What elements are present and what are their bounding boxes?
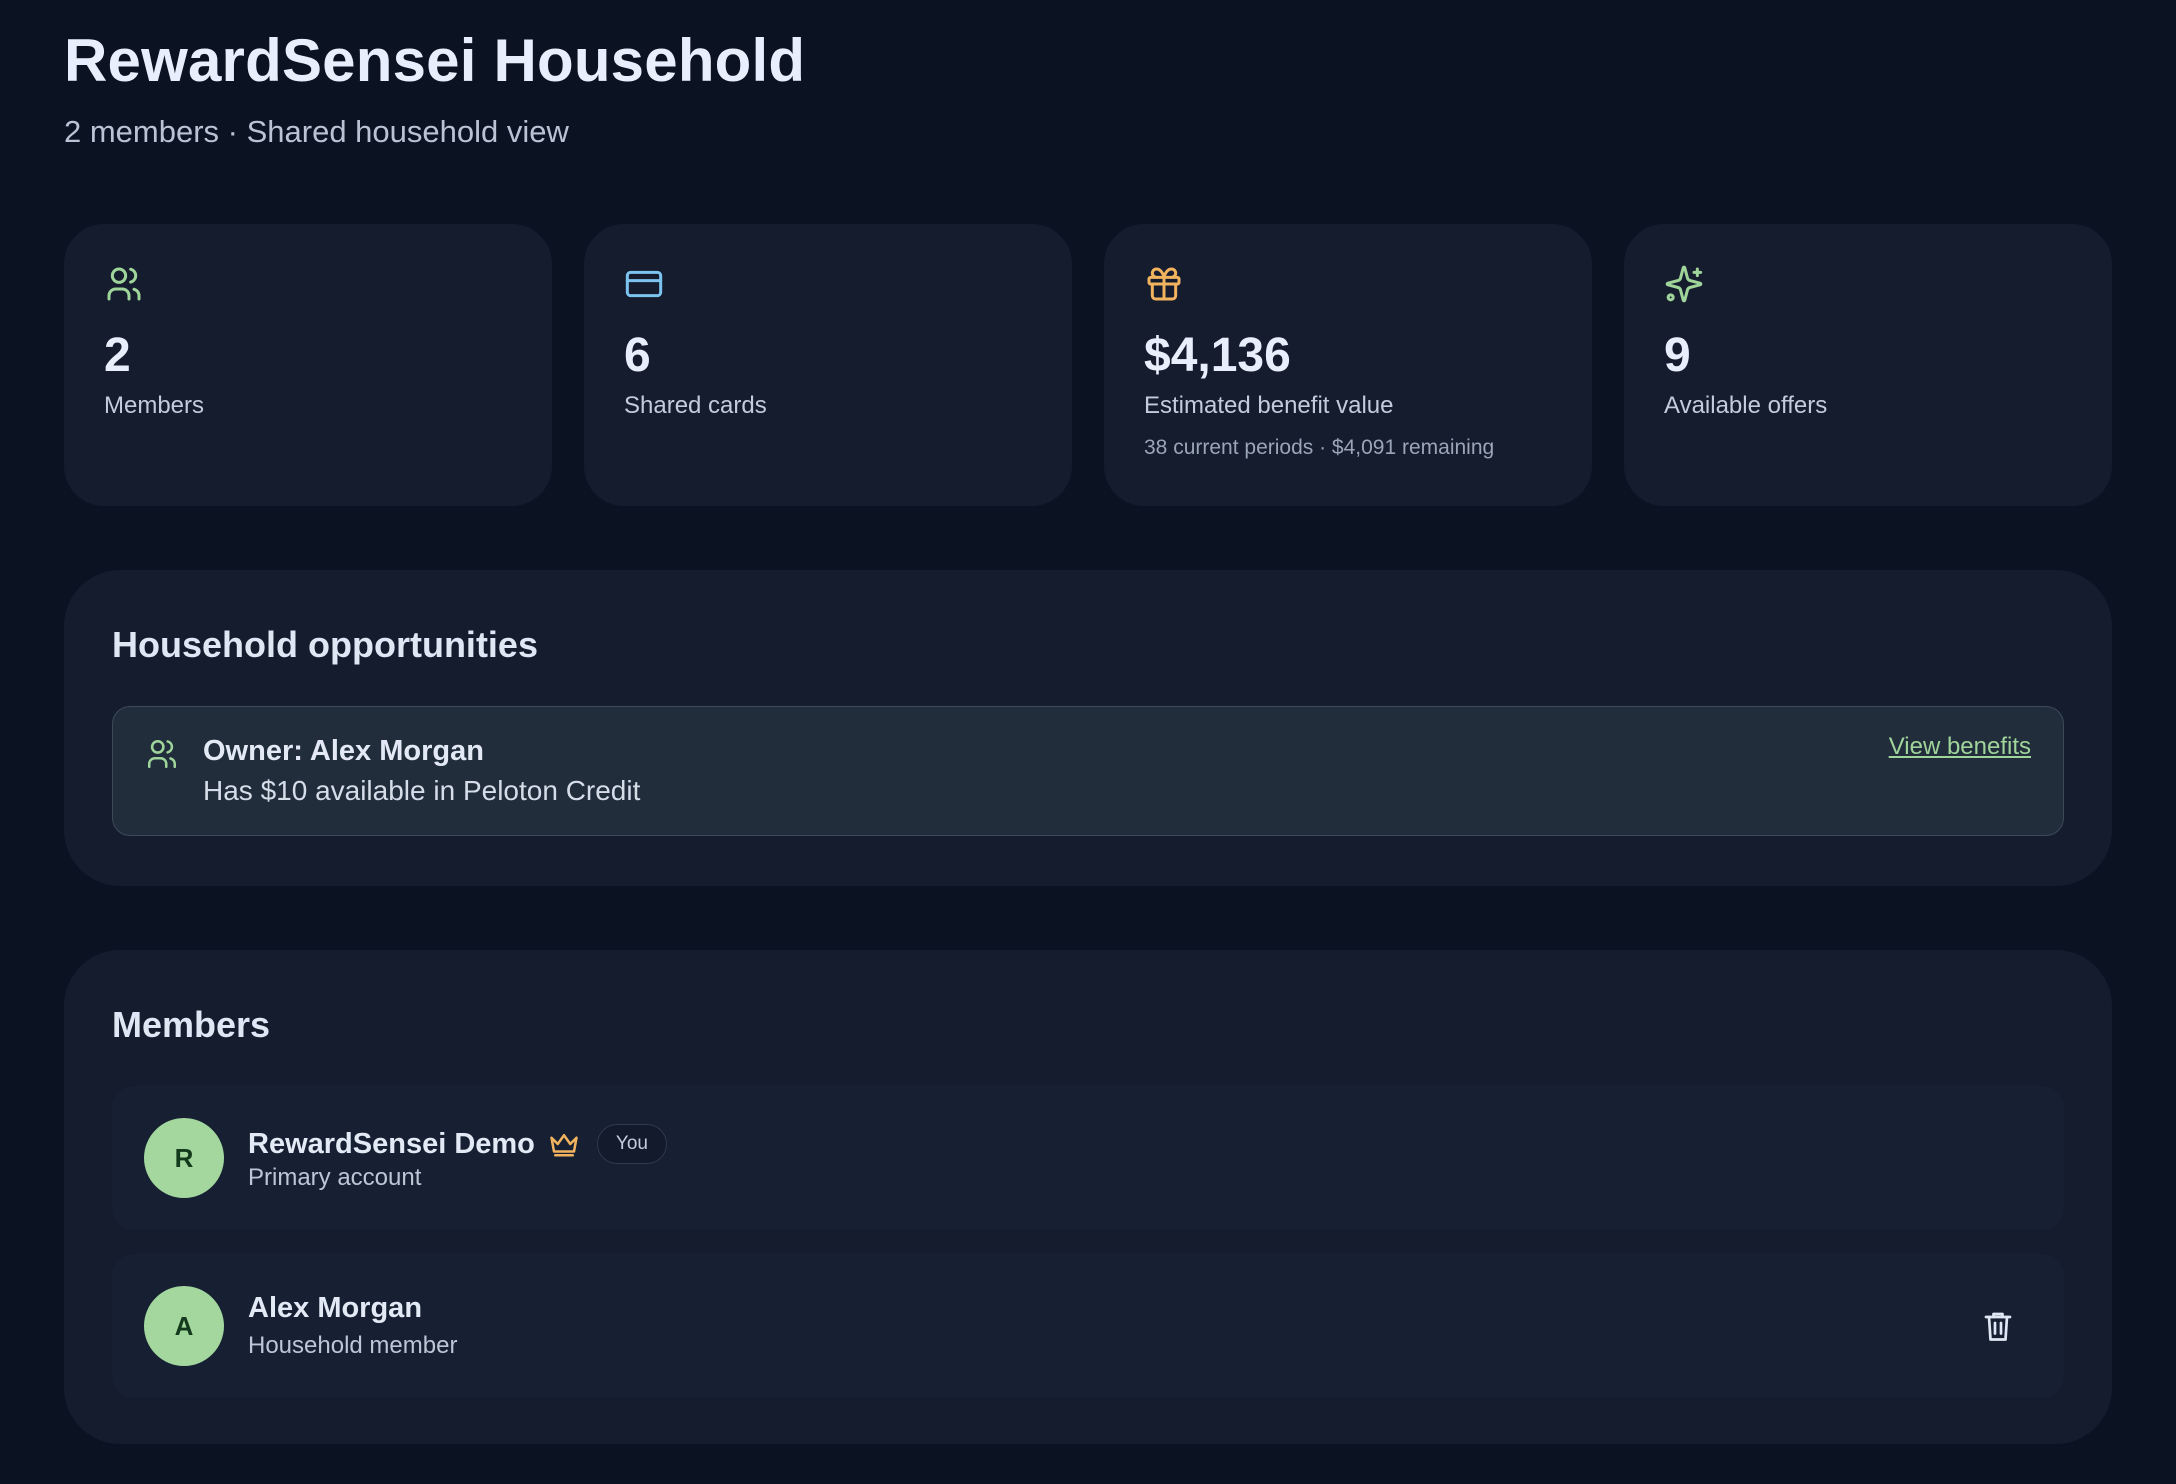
opportunity-item: Owner: Alex Morgan Has $10 available in …: [112, 706, 2064, 836]
page-subtitle: 2 members · Shared household view: [64, 114, 569, 149]
stat-label-members: Members: [104, 392, 205, 419]
member-name: Alex Morgan: [248, 1292, 423, 1324]
stat-value-shared-cards: 6: [624, 329, 651, 382]
stat-sub-benefit: 38 current periods · $4,091 remaining: [1144, 436, 1495, 459]
opportunity-text: Has $10 available in Peloton Credit: [203, 775, 641, 806]
opportunities-title: Household opportunities: [112, 624, 538, 665]
household-opportunities-panel: Household opportunities Owner: Alex Morg…: [64, 570, 2112, 886]
users-icon: [147, 739, 177, 769]
member-name-line: Alex Morgan: [248, 1292, 422, 1325]
you-badge: You: [596, 1124, 667, 1164]
member-name: RewardSensei Demo: [248, 1127, 535, 1160]
stat-card-offers: 9 Available offers: [1624, 224, 2112, 506]
sparkles-icon: [1665, 265, 1703, 303]
stat-card-shared-cards: 6 Shared cards: [584, 224, 1072, 506]
stat-value-members: 2: [104, 329, 131, 382]
stat-card-benefit-value: $4,136 Estimated benefit value 38 curren…: [1104, 224, 1592, 506]
gift-icon: [1147, 267, 1181, 301]
stat-label-offers: Available offers: [1664, 392, 1828, 419]
household-page: RewardSensei Household 2 members · Share…: [0, 0, 2176, 1484]
stat-value-benefit: $4,136: [1144, 329, 1291, 382]
page-title: RewardSensei Household: [64, 27, 806, 94]
users-icon: [107, 267, 141, 301]
view-benefits-link[interactable]: View benefits: [1889, 733, 2031, 761]
member-row: A Alex Morgan Household member: [112, 1254, 2064, 1398]
trash-icon[interactable]: [1980, 1308, 2016, 1344]
stat-card-members: 2 Members: [64, 224, 552, 506]
stat-value-offers: 9: [1664, 329, 1691, 382]
stat-label-benefit: Estimated benefit value: [1144, 392, 1394, 419]
avatar: R: [144, 1118, 224, 1198]
stats-row: 2 Members 6 Shared cards $4,136 Estimate…: [64, 224, 2112, 506]
crown-icon: [550, 1134, 578, 1157]
member-role: Primary account: [248, 1164, 422, 1191]
avatar: A: [144, 1286, 224, 1366]
members-panel: Members R RewardSensei Demo You Primary …: [64, 950, 2112, 1444]
members-title: Members: [112, 1004, 271, 1045]
member-row: R RewardSensei Demo You Primary account: [112, 1086, 2064, 1230]
member-name-line: RewardSensei Demo You: [248, 1124, 667, 1164]
credit-card-icon: [625, 270, 663, 298]
opportunity-owner: Owner: Alex Morgan: [203, 735, 484, 767]
stat-label-shared-cards: Shared cards: [624, 392, 767, 419]
member-role: Household member: [248, 1332, 458, 1359]
